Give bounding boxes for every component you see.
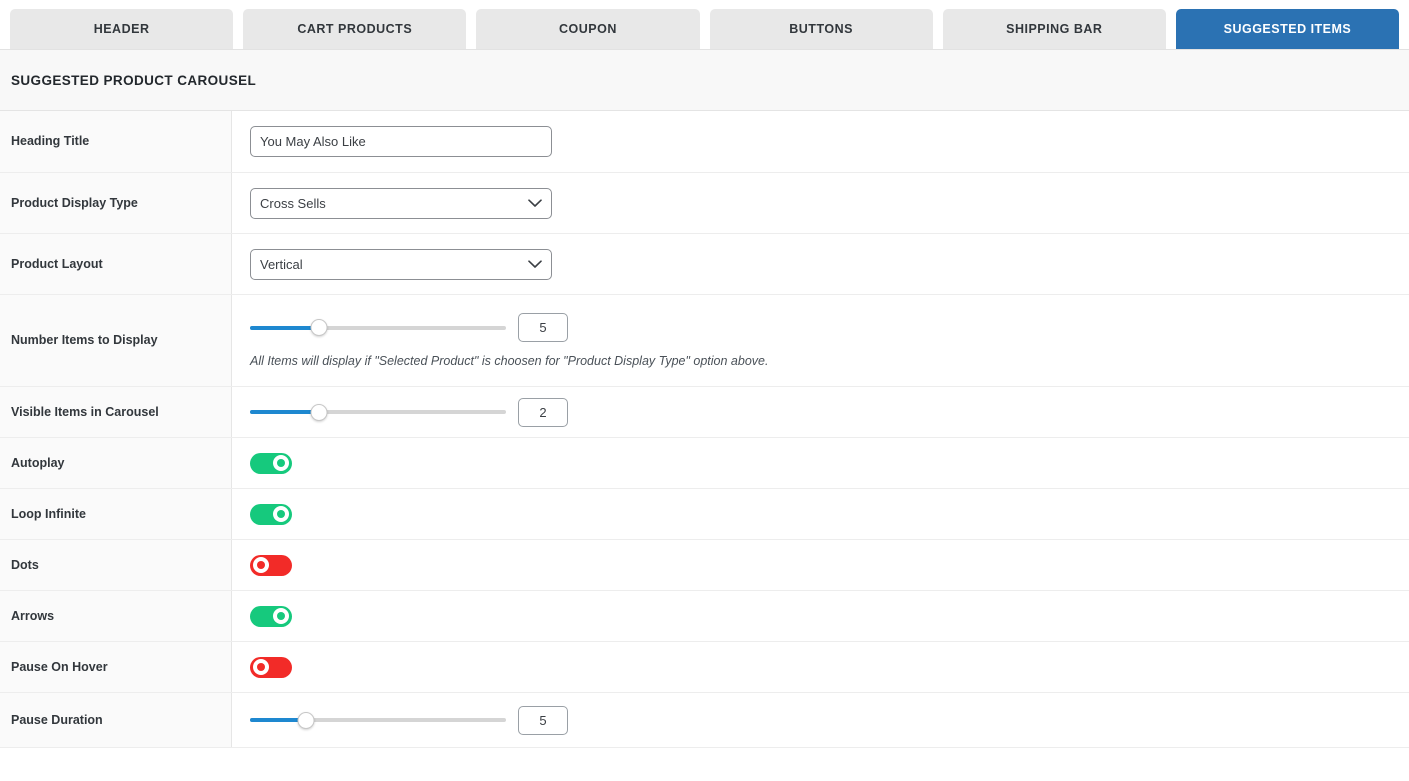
- row-pause-on-hover: Pause On Hover: [0, 642, 1409, 693]
- label-cell-dots: Dots: [0, 540, 232, 590]
- product-display-type-select-wrap: Cross Sells: [250, 187, 552, 219]
- label-cell-pause-on-hover: Pause On Hover: [0, 642, 232, 692]
- toggle-dot: [257, 663, 265, 671]
- loop-infinite-toggle[interactable]: [250, 503, 292, 525]
- settings-tab-bar: HEADER CART PRODUCTS COUPON BUTTONS SHIP…: [0, 0, 1409, 49]
- label-arrows: Arrows: [11, 608, 55, 623]
- heading-title-input[interactable]: [250, 126, 552, 157]
- label-loop-infinite: Loop Infinite: [11, 506, 86, 521]
- field-cell-dots: [232, 540, 1409, 590]
- label-cell-product-display-type: Product Display Type: [0, 173, 232, 233]
- field-cell-autoplay: [232, 438, 1409, 488]
- toggle-dot: [277, 510, 285, 518]
- label-cell-arrows: Arrows: [0, 591, 232, 641]
- field-cell-visible-items-in-carousel: [232, 387, 1409, 437]
- toggle-dot: [257, 561, 265, 569]
- toggle-dot: [277, 459, 285, 467]
- toggle-dot: [277, 612, 285, 620]
- section-header: SUGGESTED PRODUCT CAROUSEL: [0, 50, 1409, 111]
- number-items-value-input[interactable]: [518, 313, 568, 342]
- pause-duration-slider-line: [250, 705, 1409, 735]
- arrows-toggle[interactable]: [250, 605, 292, 627]
- slider-handle[interactable]: [310, 403, 328, 421]
- visible-items-slider[interactable]: [250, 403, 506, 421]
- toggle-knob: [273, 608, 289, 624]
- toggle-knob: [253, 557, 269, 573]
- label-number-items-to-display: Number Items to Display: [11, 333, 158, 348]
- label-product-layout: Product Layout: [11, 256, 103, 271]
- label-autoplay: Autoplay: [11, 455, 65, 470]
- field-cell-pause-on-hover: [232, 642, 1409, 692]
- tab-cart-products[interactable]: CART PRODUCTS: [243, 9, 467, 49]
- label-cell-autoplay: Autoplay: [0, 438, 232, 488]
- label-visible-items-in-carousel: Visible Items in Carousel: [11, 404, 159, 419]
- toggle-knob: [273, 455, 289, 471]
- row-product-display-type: Product Display Type Cross Sells: [0, 173, 1409, 234]
- field-cell-loop-infinite: [232, 489, 1409, 539]
- tab-buttons[interactable]: BUTTONS: [709, 9, 933, 49]
- settings-form: Heading Title Product Display Type Cross…: [0, 111, 1409, 748]
- field-cell-product-layout: Vertical: [232, 234, 1409, 294]
- page-title: SUGGESTED PRODUCT CAROUSEL: [11, 72, 257, 88]
- pause-on-hover-toggle[interactable]: [250, 656, 292, 678]
- label-cell-pause-duration: Pause Duration: [0, 693, 232, 747]
- label-heading-title: Heading Title: [11, 134, 90, 149]
- label-cell-product-layout: Product Layout: [0, 234, 232, 294]
- toggle-knob: [273, 506, 289, 522]
- tab-suggested-items[interactable]: SUGGESTED ITEMS: [1175, 9, 1400, 49]
- row-product-layout: Product Layout Vertical: [0, 234, 1409, 295]
- product-layout-select[interactable]: Vertical: [250, 248, 552, 280]
- label-cell-heading-title: Heading Title: [0, 111, 232, 172]
- row-autoplay: Autoplay: [0, 438, 1409, 489]
- label-cell-visible-items-in-carousel: Visible Items in Carousel: [0, 387, 232, 437]
- row-arrows: Arrows: [0, 591, 1409, 642]
- pause-duration-slider[interactable]: [250, 711, 506, 729]
- label-dots: Dots: [11, 557, 39, 572]
- row-loop-infinite: Loop Infinite: [0, 489, 1409, 540]
- tab-coupon[interactable]: COUPON: [476, 9, 700, 49]
- visible-items-slider-line: [250, 397, 1409, 427]
- product-display-type-value: Cross Sells: [260, 195, 326, 211]
- slider-handle[interactable]: [310, 319, 328, 336]
- field-cell-number-items-to-display: All Items will display if "Selected Prod…: [232, 295, 1409, 386]
- slider-fill: [250, 325, 320, 330]
- field-cell-pause-duration: [232, 693, 1409, 747]
- pause-duration-value-input[interactable]: [518, 705, 568, 735]
- row-number-items-to-display: Number Items to Display All Items will d…: [0, 295, 1409, 387]
- tab-shipping-bar[interactable]: SHIPPING BAR: [942, 9, 1166, 49]
- visible-items-value-input[interactable]: [518, 397, 568, 427]
- label-pause-on-hover: Pause On Hover: [11, 659, 108, 674]
- toggle-knob: [253, 659, 269, 675]
- product-layout-select-wrap: Vertical: [250, 248, 552, 280]
- dots-toggle[interactable]: [250, 554, 292, 576]
- number-items-slider-line: [250, 313, 1409, 342]
- label-pause-duration: Pause Duration: [11, 712, 103, 727]
- number-items-slider[interactable]: [250, 319, 506, 337]
- field-cell-heading-title: [232, 111, 1409, 172]
- number-items-help-text: All Items will display if "Selected Prod…: [250, 354, 769, 368]
- row-heading-title: Heading Title: [0, 111, 1409, 173]
- row-dots: Dots: [0, 540, 1409, 591]
- field-cell-product-display-type: Cross Sells: [232, 173, 1409, 233]
- tab-header[interactable]: HEADER: [10, 9, 234, 49]
- product-display-type-select[interactable]: Cross Sells: [250, 187, 552, 219]
- row-pause-duration: Pause Duration: [0, 693, 1409, 748]
- slider-handle[interactable]: [297, 711, 315, 729]
- label-cell-number-items-to-display: Number Items to Display: [0, 295, 232, 386]
- label-cell-loop-infinite: Loop Infinite: [0, 489, 232, 539]
- field-cell-arrows: [232, 591, 1409, 641]
- label-product-display-type: Product Display Type: [11, 195, 138, 210]
- product-layout-value: Vertical: [260, 256, 303, 272]
- slider-fill: [250, 410, 320, 414]
- row-visible-items-in-carousel: Visible Items in Carousel: [0, 387, 1409, 438]
- autoplay-toggle[interactable]: [250, 452, 292, 474]
